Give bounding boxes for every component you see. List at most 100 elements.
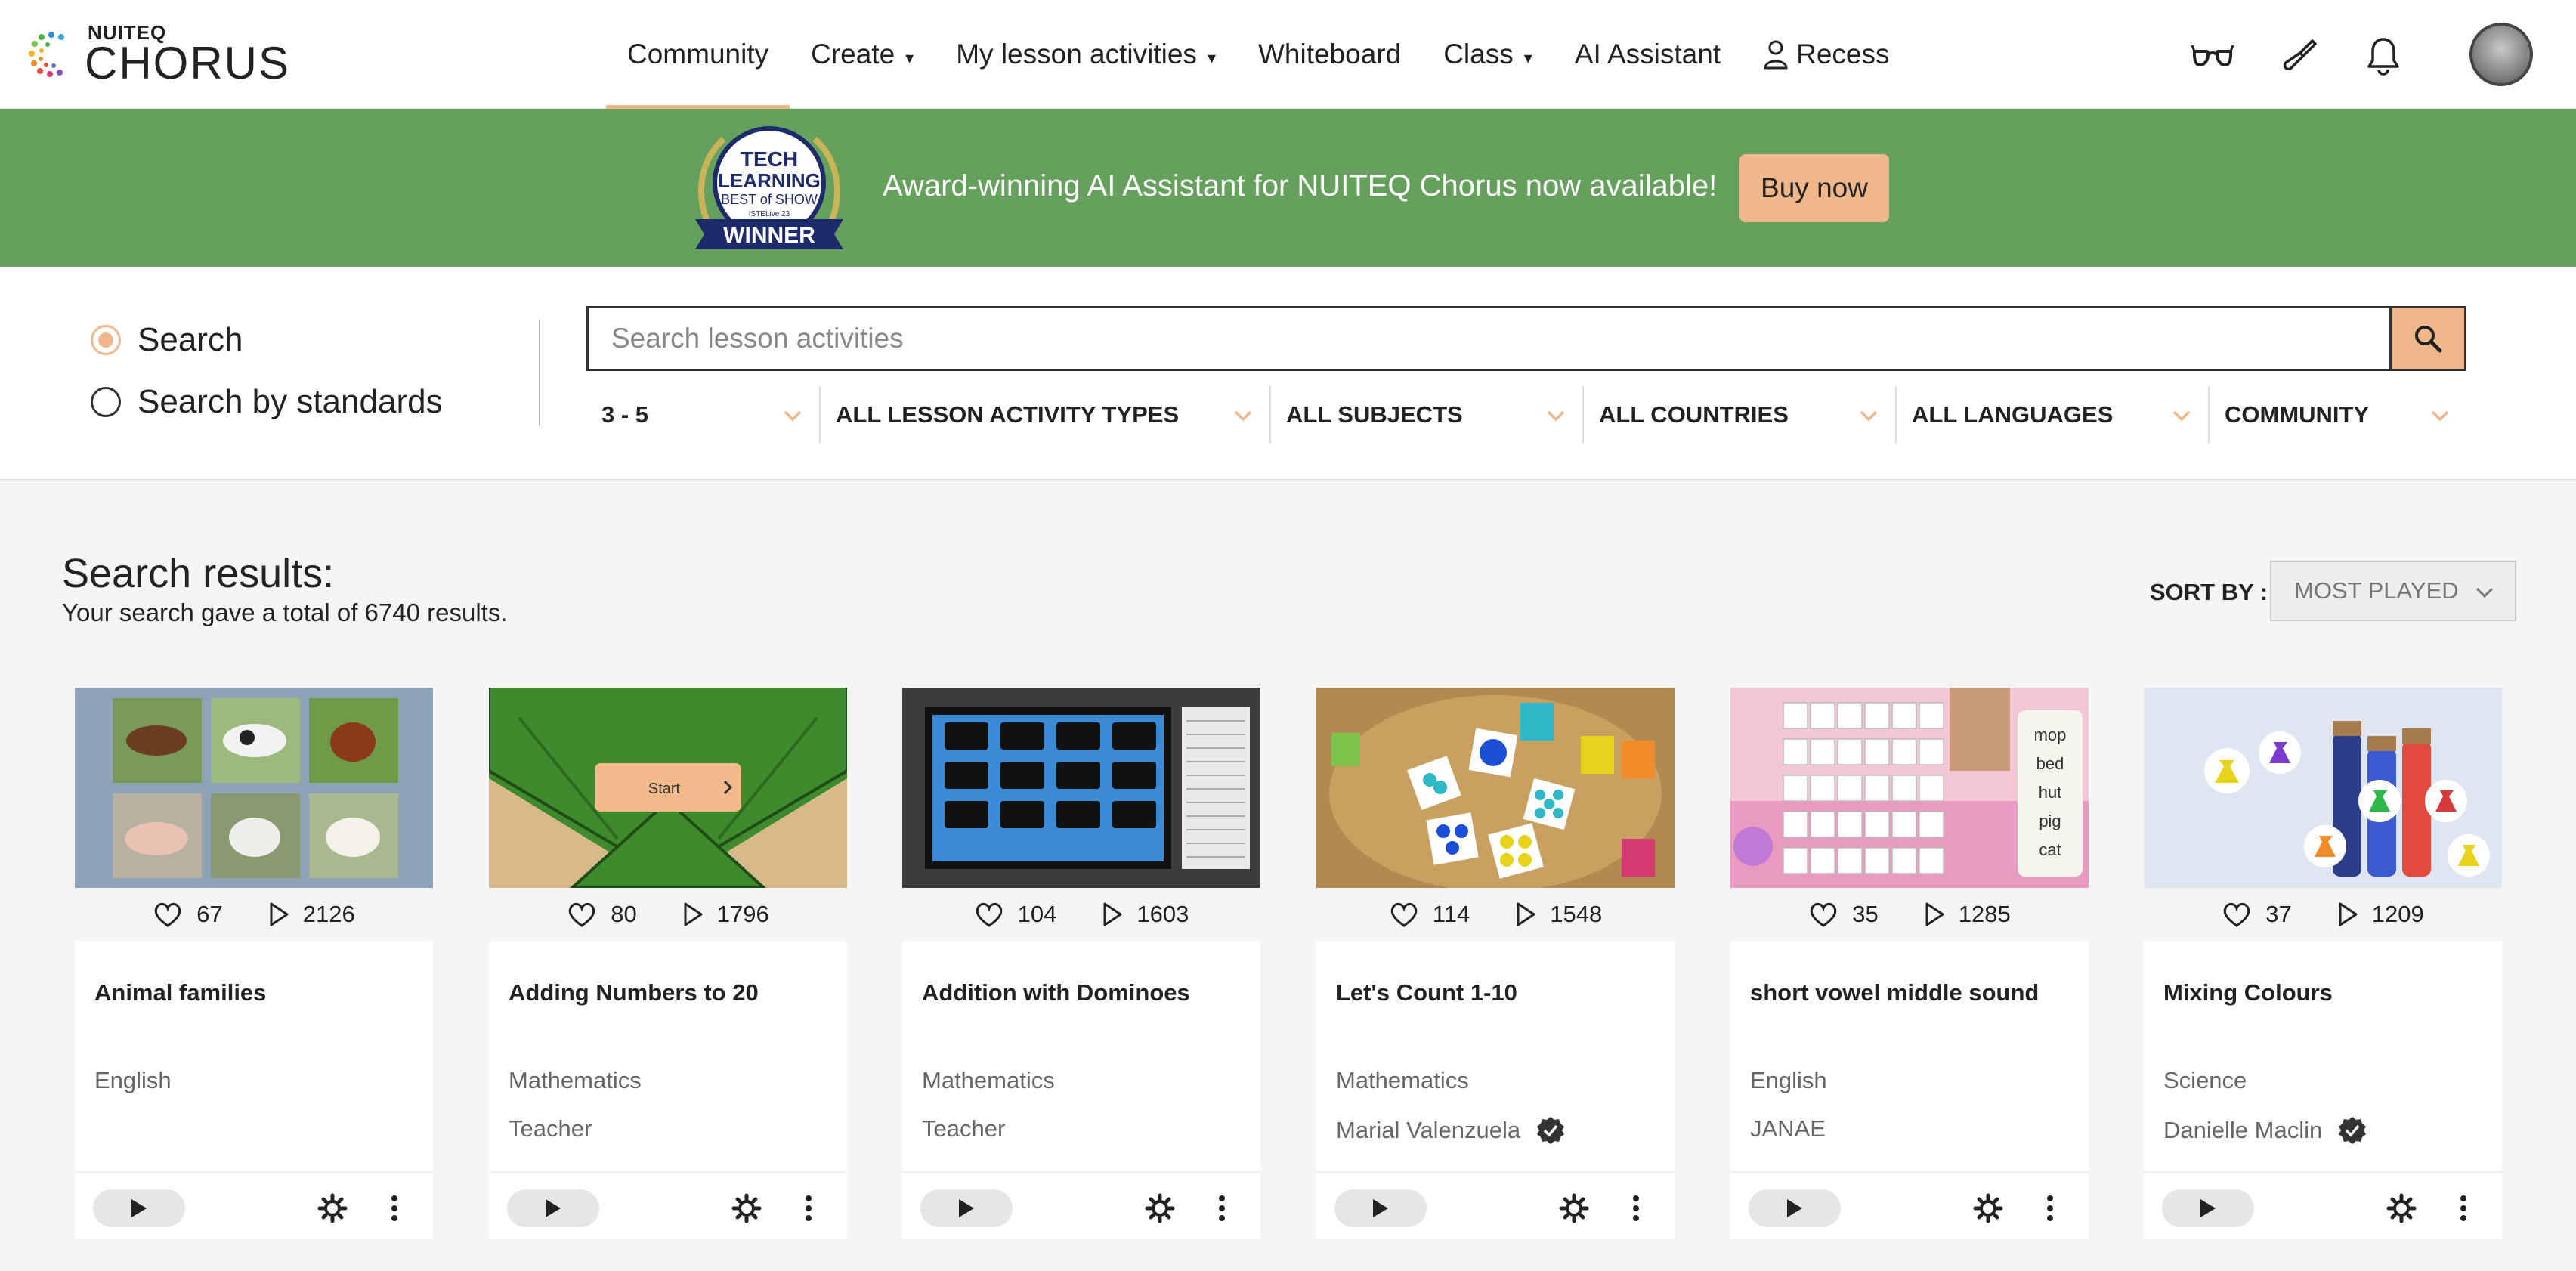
author-name[interactable]: Danielle Maclin [2163,1117,2322,1144]
likes-count[interactable]: 67 [153,901,223,928]
likes-count[interactable]: 35 [1808,901,1879,928]
word-cat: cat [2039,840,2061,859]
settings-button[interactable] [315,1191,350,1226]
verified-badge-icon [1537,1117,1565,1144]
search-input[interactable] [586,306,2391,371]
play-button[interactable] [93,1189,185,1227]
play-button[interactable] [920,1189,1013,1227]
likes-count[interactable]: 80 [567,901,637,928]
card-subject: Mathematics [922,1067,1055,1093]
search-by-standards-option[interactable]: Search by standards [91,383,443,421]
more-vertical-icon [1633,1195,1639,1221]
user-avatar[interactable] [2469,23,2533,86]
settings-button[interactable] [2384,1191,2419,1226]
settings-button[interactable] [1971,1191,2005,1226]
nav-recess[interactable]: Recess [1742,0,1910,109]
lesson-card[interactable]: 37 1209 Mixing Colours Science Danielle … [2144,688,2502,1239]
settings-button[interactable] [729,1191,764,1226]
card-stats: 37 1209 [2144,888,2502,941]
nav-my-lesson-activities-label: My lesson activities [956,39,1197,70]
nav-class[interactable]: Class ▾ [1422,0,1554,109]
more-options-button[interactable] [377,1191,412,1226]
nav-ai-assistant[interactable]: AI Assistant [1554,0,1742,109]
thumbnail-lets-count[interactable] [1316,688,1675,888]
gear-icon [731,1193,762,1223]
play-icon [1787,1199,1802,1217]
filter-source[interactable]: COMMUNITY [2210,386,2466,444]
vertical-divider [539,320,540,425]
play-icon [546,1199,561,1217]
settings-button[interactable] [1557,1191,1591,1226]
play-button[interactable] [1749,1189,1841,1227]
author-name[interactable]: Teacher [509,1115,592,1143]
chorus-logo[interactable]: NUITEQ CHORUS [27,23,290,86]
search-button[interactable] [2389,306,2466,371]
more-options-button[interactable] [791,1191,826,1226]
search-panel: Search Search by standards 3 - 5 ALL LES… [0,267,2576,480]
thumbnail-addition-dominoes[interactable] [902,688,1260,888]
filter-language[interactable]: ALL LANGUAGES [1897,386,2210,444]
card-stats: 35 1285 [1730,888,2089,941]
nav-create[interactable]: Create ▾ [790,0,935,109]
plays-count: 1285 [1924,901,2011,928]
nav-community[interactable]: Community [606,0,790,109]
card-subject: Mathematics [509,1067,642,1093]
radio-selected[interactable] [91,325,121,355]
lesson-card[interactable]: 104 1603 Addition with Dominoes Mathemat… [902,688,1260,1239]
more-vertical-icon [806,1195,812,1221]
wrench-icon[interactable] [2279,35,2321,77]
more-options-button[interactable] [1205,1191,1239,1226]
heart-icon [155,902,181,927]
filter-subject[interactable]: ALL SUBJECTS [1271,386,1584,444]
glasses-icon[interactable] [2191,35,2234,77]
thumbnail-mixing-colours[interactable] [2144,688,2502,888]
likes-count[interactable]: 104 [974,901,1056,928]
plays-count: 1209 [2337,901,2424,928]
author-name[interactable]: JANAE [1750,1115,1826,1143]
main-nav: Community Create ▾ My lesson activities ▾ … [606,0,1910,109]
search-mode-label: Search [138,321,243,358]
filter-country[interactable]: ALL COUNTRIES [1584,386,1897,444]
filter-activity-type[interactable]: ALL LESSON ACTIVITY TYPES [821,386,1271,444]
lesson-card[interactable]: 67 2126 Animal families English [75,688,433,1239]
thumbnail-animal-families[interactable] [75,688,433,888]
more-options-button[interactable] [1619,1191,1653,1226]
radio-unselected[interactable] [91,387,121,417]
lesson-card[interactable]: mop bed hut pig cat 35 1285 short vowel … [1730,688,2089,1239]
bell-icon[interactable] [2362,35,2404,77]
card-subject: Mathematics [1336,1067,1469,1093]
lesson-card[interactable]: 114 1548 Let's Count 1-10 Mathematics Ma… [1316,688,1675,1239]
settings-button[interactable] [1143,1191,1177,1226]
more-options-button[interactable] [2446,1191,2481,1226]
card-title[interactable]: Mixing Colours [2163,979,2333,1007]
play-button[interactable] [1334,1189,1427,1227]
thumbnail-short-vowel[interactable]: mop bed hut pig cat [1730,688,2089,888]
author-name[interactable]: Marial Valenzuela [1336,1117,1520,1144]
play-outline-icon [1517,902,1535,926]
play-button[interactable] [507,1189,599,1227]
card-title[interactable]: Let's Count 1-10 [1336,979,1517,1007]
chevron-down-icon [784,410,802,422]
more-options-button[interactable] [2033,1191,2067,1226]
play-button[interactable] [2162,1189,2254,1227]
buy-now-button[interactable]: Buy now [1739,154,1889,222]
card-title[interactable]: Animal families [94,979,266,1007]
author-name[interactable]: Teacher [922,1115,1005,1143]
card-title[interactable]: Addition with Dominoes [922,979,1190,1007]
card-stats: 114 1548 [1316,888,1675,941]
search-mode-option[interactable]: Search [91,321,243,359]
nav-my-lesson-activities[interactable]: My lesson activities ▾ [935,0,1237,109]
card-title[interactable]: short vowel middle sound [1750,979,2039,1007]
filter-grade[interactable]: 3 - 5 [586,386,821,444]
likes-count[interactable]: 37 [2222,901,2292,928]
lesson-card[interactable]: Start 80 1796 Adding Numbers to 20 Mathe… [489,688,847,1239]
plays-count: 1603 [1102,901,1189,928]
card-author: Marial Valenzuela [1336,1115,1566,1146]
filter-subject-label: ALL SUBJECTS [1286,401,1463,428]
likes-count[interactable]: 114 [1389,901,1470,928]
more-vertical-icon [2460,1195,2466,1221]
sort-select[interactable]: MOST PLAYED [2270,561,2516,621]
nav-whiteboard[interactable]: Whiteboard [1237,0,1422,109]
card-title[interactable]: Adding Numbers to 20 [509,979,759,1007]
thumbnail-adding-numbers[interactable]: Start [489,688,847,888]
